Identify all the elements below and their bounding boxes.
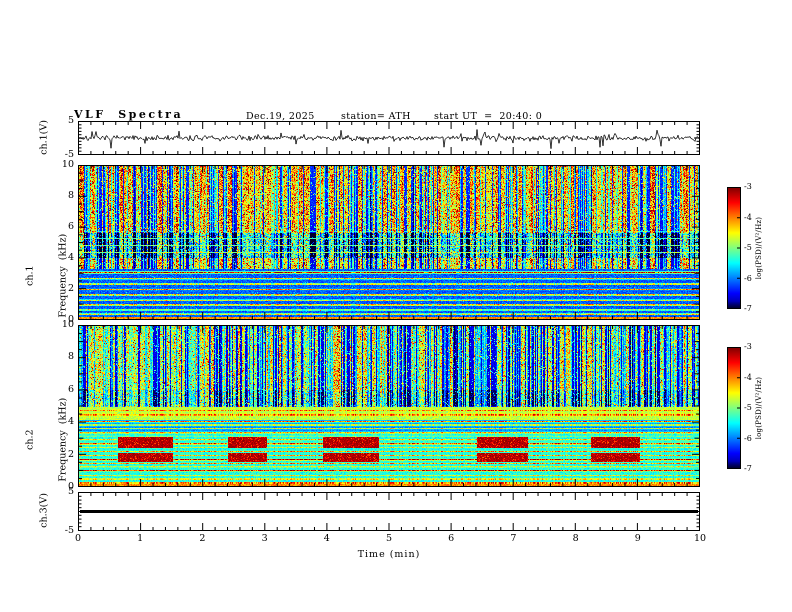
ch1-waveform-plot <box>78 121 700 155</box>
colorbar-tick-label: -3 <box>744 182 752 191</box>
y-tick-label: -5 <box>64 149 74 160</box>
ch2-spectrogram <box>78 325 700 487</box>
ch2-frequency-axis-label-line1: ch.2 <box>24 429 36 450</box>
y-tick-label: -5 <box>64 525 74 536</box>
colorbar-tick-label: -4 <box>744 372 752 382</box>
y-tick-label: 4 <box>67 252 74 263</box>
y-tick-label: 8 <box>67 190 74 201</box>
ch1-voltage-axis-label: ch.1(V) <box>38 120 50 155</box>
y-tick-label: 4 <box>67 416 74 428</box>
vlf-spectra-figure: VLF Spectra Dec.19, 2025 station= ATH st… <box>0 0 792 612</box>
y-tick-label: 2 <box>67 448 74 460</box>
figure-title: VLF Spectra <box>74 108 184 121</box>
x-tick-label: 1 <box>137 533 144 544</box>
ch1-spectrogram <box>78 165 700 320</box>
colorbar-tick-label: -7 <box>744 304 752 313</box>
x-tick-label: 8 <box>572 533 579 544</box>
y-tick-label: 10 <box>61 319 74 330</box>
colorbar-tick-label: -4 <box>744 212 752 222</box>
x-tick-label: 9 <box>634 533 641 544</box>
x-tick-label: 4 <box>323 533 330 544</box>
ch3-waveform-plot <box>78 492 700 531</box>
colorbar-tick-label: -7 <box>744 464 752 473</box>
y-tick-label: 8 <box>67 351 74 363</box>
y-tick-label: 6 <box>67 383 74 395</box>
ch3-voltage-axis-label: ch.3(V) <box>38 493 50 528</box>
time-axis-label: Time (min) <box>357 549 421 560</box>
x-tick-label: 3 <box>261 533 268 544</box>
colorbar-tick-label: -3 <box>744 342 752 351</box>
x-tick-label: 2 <box>199 533 206 544</box>
colorbar-tick-label: -5 <box>744 243 752 252</box>
ch1-frequency-axis-label-line1: ch.1 <box>24 265 36 286</box>
x-tick-label: 10 <box>693 533 707 544</box>
y-tick-label: 2 <box>67 283 74 294</box>
ch1-frequency-axis-label: ch.1 Frequency (kHz) <box>3 215 90 337</box>
y-tick-label: 6 <box>67 221 74 232</box>
y-tick-label: 10 <box>61 159 74 170</box>
colorbar-tick-label: -5 <box>744 403 752 412</box>
colorbar-ch1 <box>727 187 741 309</box>
x-tick-label: 7 <box>510 533 517 544</box>
y-tick-label: 5 <box>67 486 74 497</box>
y-tick-label: 5 <box>67 115 74 126</box>
colorbar-tick-label: -6 <box>744 273 752 283</box>
x-tick-label: 5 <box>385 533 393 544</box>
colorbar-tick-label: -6 <box>744 433 752 443</box>
x-tick-label: 6 <box>448 533 455 544</box>
colorbar-ch2 <box>727 347 741 469</box>
